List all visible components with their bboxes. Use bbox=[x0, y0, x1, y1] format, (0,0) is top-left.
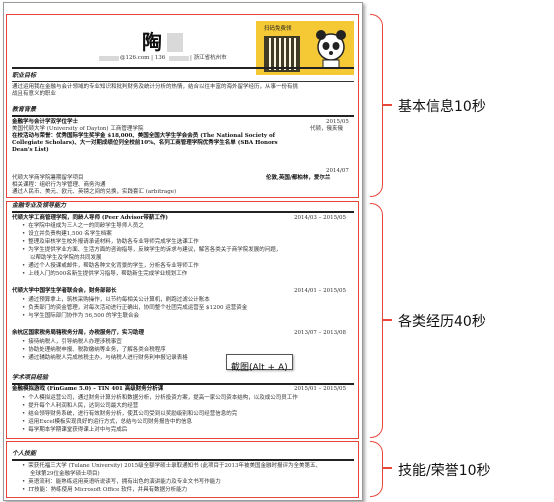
experience-bracket bbox=[370, 203, 383, 438]
basic-info-bracket bbox=[370, 14, 383, 197]
experience-bracket-tip bbox=[382, 319, 392, 321]
basic-info-highlight-box bbox=[6, 14, 359, 198]
skills-bracket bbox=[370, 441, 383, 497]
basic-info-label: 基本信息10秒 bbox=[398, 99, 486, 115]
experience-highlight-box bbox=[6, 201, 359, 439]
skills-label: 技能/荣誉10秒 bbox=[398, 463, 491, 479]
skills-highlight-box bbox=[6, 441, 359, 498]
basic-info-bracket-tip bbox=[382, 104, 392, 106]
experience-label: 各类经历40秒 bbox=[398, 314, 486, 330]
skills-bracket-tip bbox=[382, 467, 392, 469]
